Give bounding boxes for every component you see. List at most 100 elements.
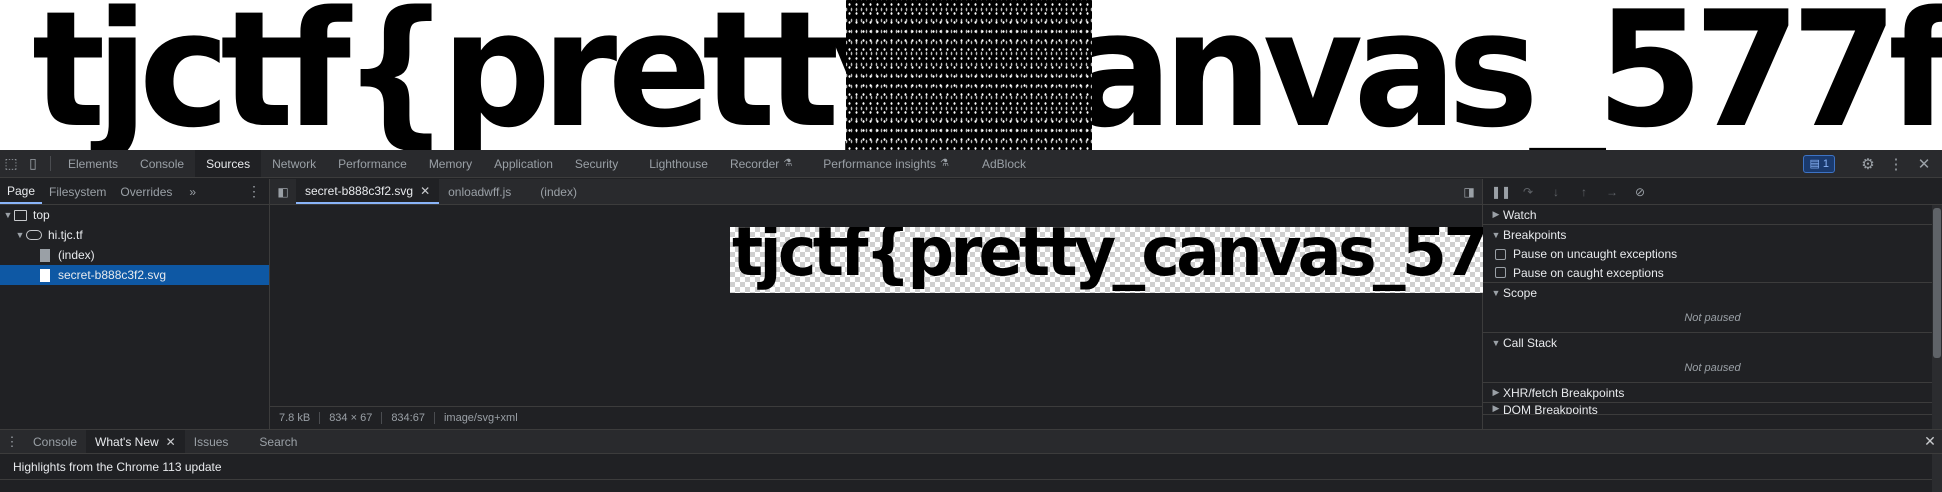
drawer-tab-console[interactable]: Console — [24, 430, 86, 453]
step-over-icon[interactable]: ↷ — [1519, 185, 1537, 199]
gear-icon[interactable]: ⚙ — [1856, 152, 1880, 176]
file-tab-onloadwff[interactable]: onloadwff.js — [439, 179, 520, 204]
file-tab-secret-svg[interactable]: secret-b888c3f2.svg ✕ — [296, 179, 440, 204]
tree-item-domain[interactable]: ▼ hi.tjc.tf — [0, 225, 269, 245]
message-icon: ▤ — [1809, 158, 1820, 170]
cloud-icon — [26, 230, 42, 240]
section-label: XHR/fetch Breakpoints — [1503, 385, 1625, 400]
experiment-flask-icon: ⚗ — [940, 158, 949, 169]
drawer-tab-search[interactable]: Search — [237, 430, 306, 453]
status-cursor-position: 834:67 — [382, 412, 435, 424]
devtools-drawer: ⋮ Console What's New ✕ Issues Search ✕ H… — [0, 429, 1942, 492]
debugger-toolbar: ❚❚ ↷ ↓ ↑ → ⊘ — [1483, 179, 1942, 205]
tree-item-label: (index) — [58, 248, 95, 262]
collapsed-triangle-icon: ▶ — [1492, 387, 1500, 397]
drawer-tab-issues[interactable]: Issues — [185, 430, 238, 453]
tree-item-label: top — [33, 208, 50, 222]
tab-recorder[interactable]: Recorder ⚗ — [719, 150, 803, 177]
status-dimensions: 834 × 67 — [320, 412, 383, 424]
step-into-icon[interactable]: ↓ — [1547, 185, 1565, 199]
close-icon[interactable]: ✕ — [420, 184, 430, 198]
section-label: Watch — [1503, 207, 1537, 222]
step-out-icon[interactable]: ↑ — [1575, 185, 1593, 199]
tab-performance[interactable]: Performance — [327, 150, 418, 177]
section-dom-breakpoints[interactable]: ▶ DOM Breakpoints — [1483, 403, 1942, 415]
pause-caught-checkbox[interactable] — [1495, 267, 1506, 278]
checkbox-label: Pause on caught exceptions — [1513, 265, 1664, 280]
pause-caught-checkbox-row[interactable]: Pause on caught exceptions — [1483, 263, 1942, 283]
kebab-menu-icon[interactable]: ⋮ — [1884, 152, 1908, 176]
debugger-sidebar: ❚❚ ↷ ↓ ↑ → ⊘ ▶ Watch ▼ Breakpoints Pause o… — [1483, 179, 1942, 429]
document-icon — [40, 268, 50, 282]
scrollbar-thumb[interactable] — [1933, 208, 1941, 358]
nav-tab-overrides[interactable]: Overrides — [113, 179, 179, 204]
expand-triangle-icon: ▼ — [15, 230, 25, 240]
drawer-tab-whats-new[interactable]: What's New ✕ — [86, 430, 185, 453]
expand-triangle-icon: ▼ — [3, 210, 13, 220]
pause-uncaught-checkbox-row[interactable]: Pause on uncaught exceptions — [1483, 245, 1942, 263]
drawer-scrollbar[interactable] — [1932, 454, 1942, 492]
section-scope[interactable]: ▼ Scope — [1483, 283, 1942, 303]
pause-icon[interactable]: ❚❚ — [1491, 185, 1511, 199]
expand-triangle-icon: ▼ — [1491, 230, 1501, 240]
nav-tab-page[interactable]: Page — [0, 179, 43, 204]
issues-count: 1 — [1822, 157, 1829, 170]
tab-memory[interactable]: Memory — [418, 150, 483, 177]
section-watch[interactable]: ▶ Watch — [1483, 205, 1942, 225]
section-breakpoints[interactable]: ▼ Breakpoints — [1483, 225, 1942, 245]
tree-item-top[interactable]: ▼ top — [0, 205, 269, 225]
sources-panes: Page Filesystem Overrides » ⋮ ▼ top ▼ hi… — [0, 179, 1942, 429]
tab-console[interactable]: Console — [129, 150, 195, 177]
tab-application[interactable]: Application — [483, 150, 564, 177]
status-mime-type: image/svg+xml — [443, 412, 518, 424]
tab-adblock[interactable]: AdBlock — [960, 150, 1037, 177]
tab-recorder-label: Recorder — [729, 156, 780, 171]
navigator-tabs: Page Filesystem Overrides » ⋮ — [0, 179, 269, 205]
checkbox-label: Pause on uncaught exceptions — [1513, 247, 1678, 261]
file-navigator: Page Filesystem Overrides » ⋮ ▼ top ▼ hi… — [0, 179, 270, 429]
nav-tab-filesystem[interactable]: Filesystem — [42, 179, 113, 204]
tab-security[interactable]: Security — [564, 150, 629, 177]
inspect-element-icon[interactable]: ⬚ — [0, 150, 22, 177]
deactivate-breakpoints-icon[interactable]: ⊘ — [1631, 185, 1649, 199]
call-stack-status: Not paused — [1483, 353, 1942, 383]
toggle-debugger-icon[interactable]: ◨ — [1456, 179, 1482, 204]
kebab-menu-icon[interactable]: ⋮ — [0, 430, 24, 453]
tree-item-index[interactable]: (index) — [0, 245, 269, 265]
whats-new-highlights: Highlights from the Chrome 113 update — [0, 454, 1942, 480]
tab-lighthouse-label: Lighthouse — [649, 156, 708, 171]
pause-uncaught-checkbox[interactable] — [1495, 248, 1506, 260]
svg-preview-text: tjctf{pretty_canvas_577f7045} — [732, 227, 1563, 292]
debugger-scrollbar[interactable] — [1932, 205, 1942, 429]
kebab-menu-icon[interactable]: ⋮ — [239, 179, 269, 204]
drawer-tab-label: What's New — [95, 434, 159, 449]
tree-item-secret-svg[interactable]: secret-b888c3f2.svg — [0, 265, 269, 285]
section-label: Breakpoints — [1503, 228, 1567, 242]
close-drawer-icon[interactable]: ✕ — [1918, 430, 1942, 453]
page-viewport: tjctf{pretty_canvas_577f7045} — [0, 0, 1942, 150]
experiment-flask-icon: ⚗ — [783, 158, 793, 169]
section-call-stack[interactable]: ▼ Call Stack — [1483, 333, 1942, 353]
device-toolbar-icon[interactable]: ▯ — [22, 150, 44, 177]
tab-lighthouse[interactable]: Lighthouse — [629, 150, 719, 177]
tab-elements[interactable]: Elements — [57, 150, 129, 177]
close-icon[interactable]: ✕ — [166, 435, 176, 449]
file-tab-index[interactable]: (index) — [520, 179, 586, 204]
collapsed-triangle-icon: ▶ — [1492, 403, 1500, 413]
svg-image-preview: tjctf{pretty_canvas_577f7045} — [730, 227, 1563, 293]
tab-performance-insights[interactable]: Performance insights ⚗ — [803, 150, 960, 177]
tab-performance-insights-label: Performance insights — [823, 156, 936, 171]
status-file-size: 7.8 kB — [270, 412, 321, 424]
section-xhr-breakpoints[interactable]: ▶ XHR/fetch Breakpoints — [1483, 383, 1942, 403]
toolbar-divider — [50, 156, 51, 171]
tab-sources[interactable]: Sources — [195, 150, 262, 177]
tab-network[interactable]: Network — [261, 150, 327, 177]
expand-triangle-icon: ▼ — [1491, 288, 1501, 298]
issues-counter-button[interactable]: ▤ 1 — [1803, 154, 1835, 173]
step-icon[interactable]: → — [1603, 185, 1621, 199]
noise-overlay — [846, 0, 1092, 150]
more-tabs-chevron-icon[interactable]: » — [183, 179, 202, 204]
section-label: Call Stack — [1503, 336, 1558, 350]
toggle-navigator-icon[interactable]: ◧ — [270, 179, 296, 204]
close-icon[interactable]: ✕ — [1912, 152, 1936, 176]
